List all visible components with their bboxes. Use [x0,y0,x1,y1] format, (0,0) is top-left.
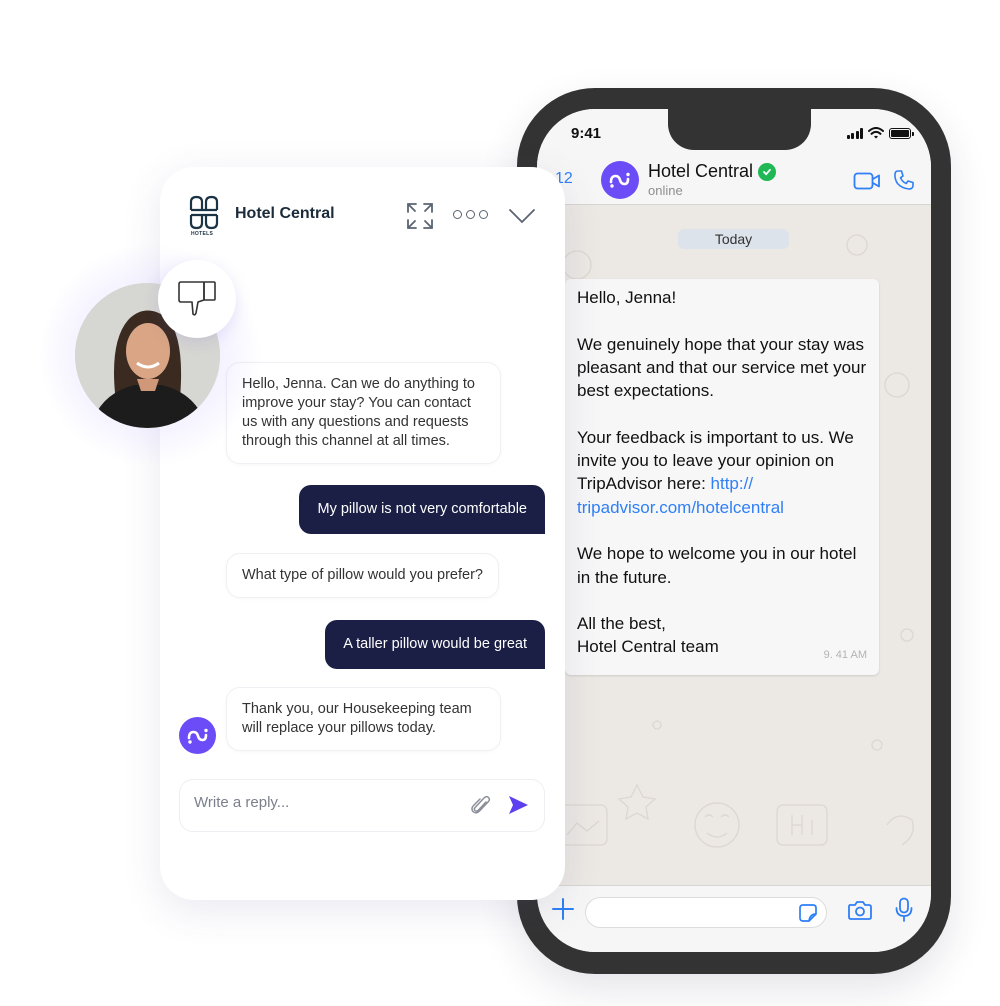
contact-status: online [648,183,683,198]
message-greeting: Hello, Jenna! [577,288,677,307]
brand-logo-icon [609,172,630,188]
contact-name[interactable]: Hotel Central [648,161,777,182]
bot-avatar [179,717,216,754]
whatsapp-screen: 9:41 12 Hotel Central [537,109,931,952]
signoff-line-2: Hotel Central team [577,637,719,657]
video-call-icon[interactable] [853,171,881,191]
camera-icon[interactable] [847,899,873,921]
message-bubble: Hello, Jenna! We genuinely hope that you… [565,279,879,675]
send-icon[interactable] [507,794,529,816]
phone-call-icon[interactable] [893,169,915,191]
user-message: A taller pillow would be great [325,620,545,669]
bot-message: Thank you, our Housekeeping team will re… [226,687,501,751]
reply-input[interactable] [194,794,454,811]
status-time: 9:41 [571,125,602,142]
status-icons [846,127,914,139]
brand-logo-icon [187,728,208,744]
attach-icon[interactable] [470,794,492,818]
sticker-icon[interactable] [798,903,818,923]
widget-title: Hotel Central [235,205,335,222]
battery-icon [889,127,914,139]
plus-icon[interactable] [551,897,575,921]
signoff-line-1: All the best, [577,614,666,634]
contact-name-text: Hotel Central [648,161,754,181]
bot-message: What type of pillow would you prefer? [226,553,499,598]
message-closing: We hope to welcome you in our hotel in t… [577,544,857,587]
more-icon[interactable] [453,210,488,219]
bot-message: Hello, Jenna. Can we do anything to impr… [226,362,501,464]
user-message: My pillow is not very comfortable [299,485,545,534]
verified-badge-icon [758,162,777,181]
phone-notch [668,100,811,150]
collapse-icon[interactable] [508,207,536,225]
contact-avatar[interactable] [601,161,639,199]
wifi-icon [868,127,884,139]
message-input[interactable] [585,897,827,928]
message-feedback: Your feedback is important to us. We inv… [577,426,867,519]
signal-icon [846,127,863,139]
message-body: We genuinely hope that your stay was ple… [577,334,867,401]
thumbs-down-icon [178,281,216,316]
chat-header: 12 Hotel Central online [537,157,931,205]
reply-box [179,779,545,832]
microphone-icon[interactable] [894,897,914,923]
feedback-bubble[interactable] [158,260,236,338]
date-separator: Today [678,229,789,249]
message-time: 9. 41 AM [823,648,867,661]
expand-icon[interactable] [405,201,435,231]
logo-text: HOTELS [191,231,214,237]
composer-bar [537,885,931,952]
